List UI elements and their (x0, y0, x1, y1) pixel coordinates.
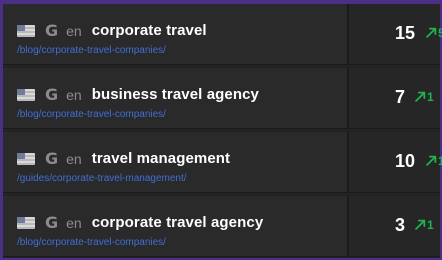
arrow-up-right-icon (415, 91, 426, 102)
keyword-cell: G en business travel agency /blog/corpor… (3, 68, 349, 128)
keyword-cell: G en corporate travel /blog/corporate-tr… (3, 4, 349, 64)
keyword-text: business travel agency (91, 86, 259, 103)
position-cell: 15 5 (349, 4, 442, 64)
table-row: G en corporate travel /blog/corporate-tr… (3, 4, 442, 65)
language-label: en (66, 22, 82, 39)
rankings-table: G en corporate travel /blog/corporate-tr… (3, 4, 442, 258)
position-change: 1 (426, 155, 442, 167)
language-label: en (66, 150, 82, 167)
keyword-cell: G en travel management /guides/corporate… (3, 132, 349, 192)
google-g-icon: G (45, 84, 59, 104)
keyword-line: G en corporate travel (17, 22, 207, 39)
ranking-url-link[interactable]: /guides/corporate-travel-management/ (17, 173, 187, 184)
arrow-up-right-icon (426, 27, 437, 38)
position-change-value: 1 (427, 218, 434, 232)
table-row: G en business travel agency /blog/corpor… (3, 68, 440, 129)
language-label: en (66, 86, 82, 103)
position-value: 3 (395, 215, 406, 235)
google-g-icon: G (45, 212, 59, 232)
table-row: G en corporate travel agency /blog/corpo… (3, 196, 440, 257)
arrow-up-right-icon (426, 155, 437, 166)
ranking-url-link[interactable]: /blog/corporate-travel-companies/ (17, 237, 166, 248)
google-g-icon: G (45, 148, 59, 168)
position-change: 1 (415, 219, 434, 231)
us-flag-icon (17, 216, 35, 229)
position-value: 10 (395, 151, 416, 171)
position-change-value: 1 (427, 90, 434, 104)
language-label: en (66, 214, 82, 231)
position-value: 7 (395, 87, 406, 107)
us-flag-icon (17, 88, 35, 101)
keyword-text: corporate travel (91, 22, 207, 39)
keyword-text: corporate travel agency (91, 214, 264, 231)
keyword-line: G en travel management (17, 150, 230, 167)
position-change-value: 1 (438, 154, 442, 168)
table-row: G en travel management /guides/corporate… (3, 132, 442, 193)
arrow-up-right-icon (415, 219, 426, 230)
position-cell: 3 1 (349, 196, 440, 256)
keyword-cell: G en corporate travel agency /blog/corpo… (3, 196, 349, 256)
keyword-text: travel management (91, 150, 231, 167)
ranking-url-link[interactable]: /blog/corporate-travel-companies/ (17, 109, 166, 120)
keyword-line: G en corporate travel agency (17, 214, 263, 231)
position-change: 1 (415, 91, 434, 103)
position-value: 15 (395, 23, 416, 43)
position-change: 5 (426, 27, 442, 39)
ranking-url-link[interactable]: /blog/corporate-travel-companies/ (17, 45, 166, 56)
google-g-icon: G (45, 20, 59, 40)
position-change-value: 5 (438, 26, 442, 40)
us-flag-icon (17, 24, 35, 37)
position-cell: 7 1 (349, 68, 440, 128)
us-flag-icon (17, 152, 35, 165)
keyword-line: G en business travel agency (17, 86, 259, 103)
position-cell: 10 1 (349, 132, 442, 192)
